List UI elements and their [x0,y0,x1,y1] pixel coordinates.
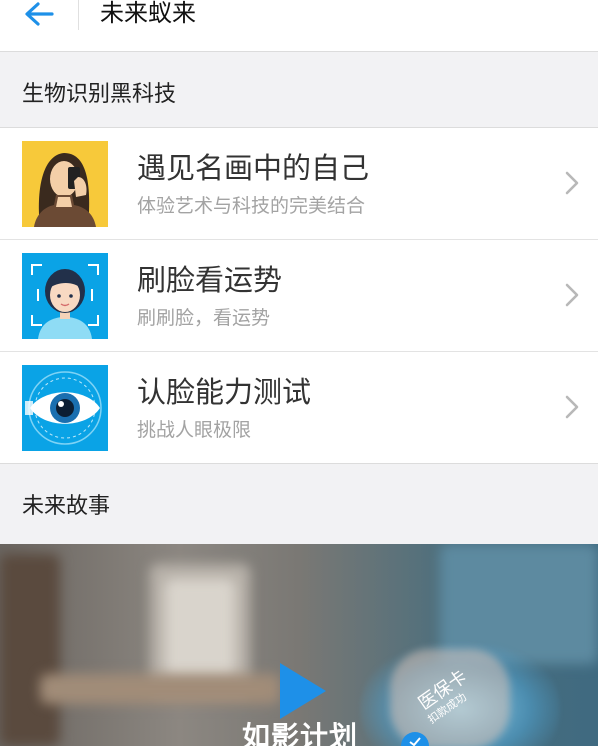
item-title: 遇见名画中的自己 [137,151,370,185]
chevron-right-icon [565,283,579,307]
background-shelf [0,554,60,746]
chevron-right-icon [565,171,579,195]
video-banner[interactable]: 医保卡 扣款成功 如影计划 [0,544,598,746]
back-arrow-icon [25,2,54,26]
nav-header: 未来蚁来 [0,0,598,52]
section-title-stories: 未来故事 [22,494,111,519]
item-subtitle: 刷刷脸，看运势 [137,307,271,329]
chevron-right-icon [565,395,579,419]
list-item-face-fortune[interactable]: 刷脸看运势 刷刷脸，看运势 [0,240,598,352]
item-subtitle: 挑战人眼极限 [137,419,252,441]
face-scan-icon [22,253,108,339]
list-item-famous-painting[interactable]: 遇见名画中的自己 体验艺术与科技的完美结合 [0,128,598,240]
back-button[interactable] [22,0,62,30]
check-icon [401,732,429,746]
item-title: 认脸能力测试 [137,375,312,409]
section-header-stories: 未来故事 [0,464,598,540]
section-header-biometrics: 生物识别黑科技 [0,52,598,128]
play-icon[interactable] [278,661,328,721]
feature-list: 遇见名画中的自己 体验艺术与科技的完美结合 刷脸看运势 刷刷脸，看运势 认脸能力… [0,127,598,464]
list-item-face-test[interactable]: 认脸能力测试 挑战人眼极限 [0,352,598,463]
section-title-biometrics: 生物识别黑科技 [22,82,177,107]
video-title: 如影计划 [242,720,359,746]
portrait-painting-icon [22,141,108,227]
page-title: 未来蚁来 [100,0,196,27]
header-divider [78,0,79,30]
item-subtitle: 体验艺术与科技的完美结合 [137,195,366,217]
eye-icon [22,365,108,451]
page: 未来蚁来 生物识别黑科技 遇见名画中的自己 体验艺术与科技的完美结合 刷脸看运势… [0,0,598,746]
background-table [40,674,280,704]
background-frame-inner [165,579,235,679]
item-title: 刷脸看运势 [137,263,283,297]
